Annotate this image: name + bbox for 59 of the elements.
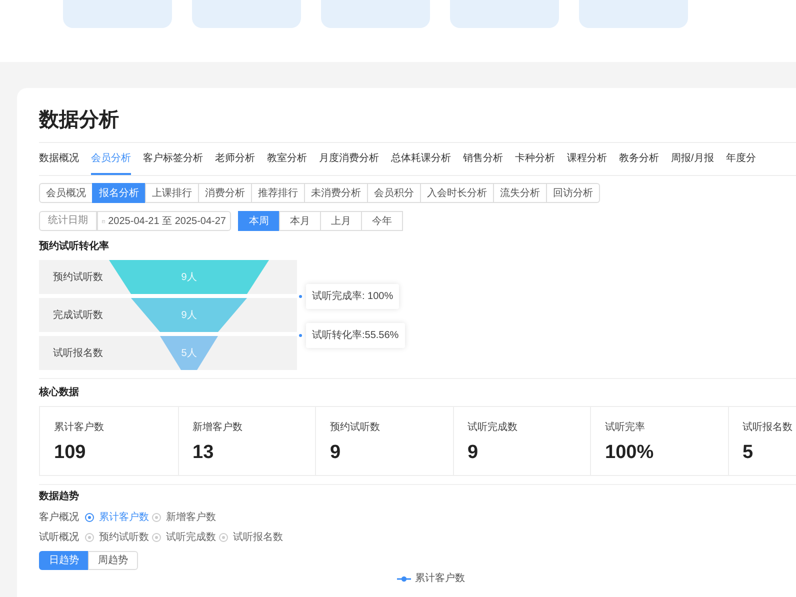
tab[interactable]: 老师分析 xyxy=(215,143,255,175)
stage-value: 5人 xyxy=(180,347,198,361)
metric-label: 试听报名数 xyxy=(742,420,794,435)
tab[interactable]: 月度消费分析 xyxy=(319,143,379,175)
tab[interactable]: 卡种分析 xyxy=(515,143,555,175)
metric-label: 试听完率 xyxy=(605,420,646,435)
metric-label: 新增客户数 xyxy=(192,420,244,435)
tab[interactable]: 课程分析 xyxy=(567,143,607,175)
section-title: 预约试听转化率 xyxy=(39,239,110,254)
field-label: 统计日期 xyxy=(39,211,97,231)
stage-value: 9人 xyxy=(180,271,198,285)
tab[interactable]: 总体耗课分析 xyxy=(391,143,451,175)
metric-value: 9 xyxy=(330,441,342,465)
subtab[interactable]: 会员积分 xyxy=(367,183,421,203)
tab[interactable]: 数据概况 xyxy=(39,143,79,175)
subtab[interactable]: 未消费分析 xyxy=(304,183,368,203)
stage-value: 9人 xyxy=(180,309,198,323)
tab[interactable]: 周报/月报 xyxy=(671,143,714,175)
metric-label: 预约试听数 xyxy=(330,420,381,435)
subtab[interactable]: 推荐排行 xyxy=(251,183,305,203)
tab[interactable]: 年度分 xyxy=(726,143,756,175)
rate-tooltip: 试听完成率: 100% xyxy=(306,284,400,309)
rate-tooltip: 试听转化率:55.56% xyxy=(306,323,405,348)
legend-line-icon xyxy=(397,576,411,582)
stage-label: 预约试听数 xyxy=(52,270,104,284)
legend-label[interactable]: 累计客户数 xyxy=(415,571,465,586)
tab[interactable]: 销售分析 xyxy=(463,143,503,175)
subtab[interactable]: 上课排行 xyxy=(145,183,199,203)
radio-option[interactable]: 试听完成数 xyxy=(152,530,219,544)
metric-label: 累计客户数 xyxy=(54,420,105,435)
page-title: 数据分析 xyxy=(39,108,120,133)
subtab[interactable]: 会员概况 xyxy=(39,183,93,203)
group-label: 客户概况 xyxy=(39,510,80,524)
tab[interactable]: 教务分析 xyxy=(619,143,659,175)
period-button[interactable]: 今年 xyxy=(361,211,403,231)
subtab[interactable]: 入会时长分析 xyxy=(420,183,494,203)
stage-label: 完成试听数 xyxy=(52,308,104,322)
trend-mode-button[interactable]: 周趋势 xyxy=(88,551,138,570)
date-range-field[interactable]: 2025-04-21 至 2025-04-27 xyxy=(97,211,231,231)
subtab[interactable]: 消费分析 xyxy=(198,183,252,203)
metric-value: 13 xyxy=(192,441,215,465)
metric-value: 9 xyxy=(468,441,480,465)
radio-option[interactable]: 试听报名数 xyxy=(219,530,286,544)
section-title: 核心数据 xyxy=(39,385,80,400)
group-label: 试听概况 xyxy=(39,530,80,544)
section-title: 数据趋势 xyxy=(39,490,80,504)
period-button[interactable]: 本月 xyxy=(279,211,321,231)
subtab[interactable]: 流失分析 xyxy=(493,183,547,203)
tab[interactable]: 教室分析 xyxy=(267,143,307,175)
metric-value: 5 xyxy=(742,441,754,465)
period-button[interactable]: 上月 xyxy=(320,211,362,231)
radio-option[interactable]: 预约试听数 xyxy=(85,530,152,544)
subtab[interactable]: 回访分析 xyxy=(546,183,600,203)
metric-value: 100% xyxy=(605,441,655,465)
metric-label: 试听完成数 xyxy=(468,420,518,435)
radio-option[interactable]: 新增客户数 xyxy=(152,510,219,524)
stage-label: 试听报名数 xyxy=(52,346,104,360)
tab[interactable]: 客户标签分析 xyxy=(143,143,203,175)
metric-value: 109 xyxy=(54,441,87,465)
